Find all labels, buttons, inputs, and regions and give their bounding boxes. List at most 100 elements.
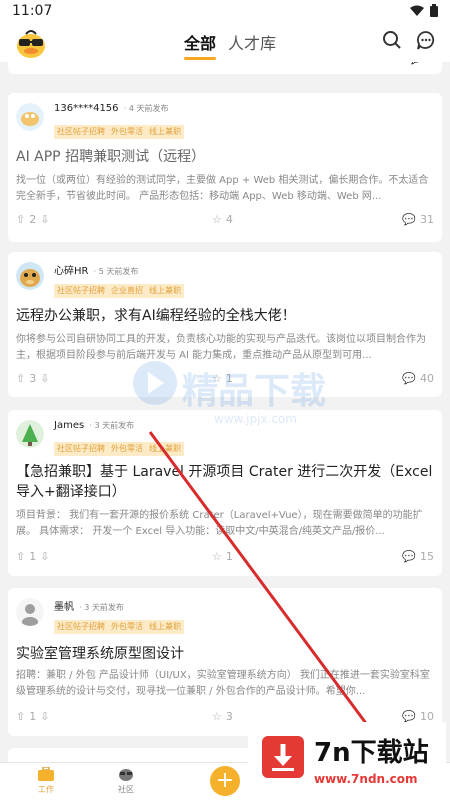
post-title[interactable]: AI APP 招聘兼职测试（远程） <box>16 147 434 167</box>
star-group[interactable]: ☆ 3 <box>212 710 233 723</box>
star-count: 4 <box>225 213 233 226</box>
community-duck-icon <box>119 769 133 781</box>
card-footer: ⇧ 2 ⇩ ☆ 4 💬 31 <box>16 213 434 231</box>
author-line: 心碎HR · 5 天前发布 <box>54 262 138 277</box>
avatar-image-icon <box>16 420 44 448</box>
vote-group: ⇧ 1 ⇩ <box>16 710 49 723</box>
thumb-up-icon[interactable]: ⇧ <box>16 62 25 65</box>
comment-icon: 💬 <box>402 213 416 226</box>
author-name[interactable]: 136****4156 <box>54 103 119 114</box>
avatar-image-icon <box>16 103 44 131</box>
thumb-up-icon[interactable]: ⇧ <box>16 550 25 563</box>
star-icon: ☆ <box>212 62 222 65</box>
post-card[interactable]: 136****4156 · 4 天前发布 社区帖子招聘 外包零活 线上兼职 AI A… <box>8 93 442 242</box>
post-time: · 4 天前发布 <box>123 104 169 113</box>
center-watermark: 精品下载 www.jpjx.com <box>130 358 330 438</box>
avatar[interactable] <box>16 598 44 626</box>
header-tabs: 全部 人才库 <box>184 30 276 60</box>
tag: 社区帖子招聘 <box>54 442 108 456</box>
thumb-down-icon[interactable]: ⇩ <box>40 213 49 226</box>
comment-group[interactable]: 💬 8 <box>409 62 434 65</box>
app-logo <box>14 26 48 60</box>
upvote-count: 2 <box>29 62 36 65</box>
app-header: 全部 人才库 <box>0 24 450 62</box>
tag: 外包零活 <box>108 125 146 139</box>
star-group[interactable]: ☆ 1 <box>212 550 233 563</box>
star-group[interactable]: ☆ 4 <box>212 213 233 226</box>
post-time: · 3 天前发布 <box>89 421 135 430</box>
thumb-up-icon[interactable]: ⇧ <box>16 710 25 723</box>
star-icon: ☆ <box>212 550 222 563</box>
tab-all[interactable]: 全部 <box>184 30 217 60</box>
star-count: 3 <box>225 710 233 723</box>
tag: 外包零活 <box>108 620 146 634</box>
avatar[interactable] <box>16 262 44 290</box>
tag: 线上兼职 <box>146 442 184 456</box>
tab-talent-pool[interactable]: 人才库 <box>228 30 276 60</box>
watermark-url: www.jpjx.com <box>214 412 297 426</box>
author-line: 136****4156 · 4 天前发布 <box>54 103 168 114</box>
duck-logo-icon <box>17 30 45 58</box>
nav-item-work[interactable]: 工作 <box>26 766 66 795</box>
comment-icon: 💬 <box>409 62 423 65</box>
post-time: · 5 天前发布 <box>93 267 139 276</box>
comment-count: 40 <box>420 372 434 385</box>
battery-icon <box>430 4 438 17</box>
card-footer: ⇧ 1 ⇩ ☆ 1 💬 15 <box>16 550 434 568</box>
thumb-down-icon[interactable]: ⇩ <box>40 550 49 563</box>
watermark-subtitle: www.7ndn.com <box>314 772 418 786</box>
message-icon[interactable] <box>416 30 436 50</box>
tag: 社区帖子招聘 <box>54 284 108 298</box>
watermark-text: 精品下载 <box>182 371 327 412</box>
download-logo-icon <box>262 736 304 778</box>
comment-group[interactable]: 💬 15 <box>402 550 434 563</box>
thumb-down-icon[interactable]: ⇩ <box>40 62 49 65</box>
watermark-logo-icon <box>133 361 177 405</box>
author-line: 墨帆 · 3 天前发布 <box>54 598 124 613</box>
post-card[interactable]: 墨帆 · 3 天前发布 社区帖子招聘 外包零活 线上兼职 实验室管理系统原型图设计 … <box>8 588 442 736</box>
vote-group: ⇧ 2 ⇩ <box>16 62 49 65</box>
nav-label-community: 社区 <box>118 785 134 794</box>
status-time: 11:07 <box>12 3 53 19</box>
comment-count: 15 <box>420 550 434 563</box>
tag-group: 社区帖子招聘 外包零活 线上兼职 <box>54 436 184 456</box>
corner-watermark: 7n下载站 www.7ndn.com <box>248 722 446 798</box>
thumb-up-icon[interactable]: ⇧ <box>16 372 25 385</box>
author-name[interactable]: 心碎HR <box>54 266 88 277</box>
comment-count: 31 <box>420 213 434 226</box>
star-count: 1 <box>225 550 233 563</box>
tag: 外包零活 <box>108 442 146 456</box>
upvote-count: 1 <box>29 710 37 723</box>
post-excerpt: 项目背景： 我们有一套开源的报价系统 Crater（Laravel+Vue），现… <box>16 510 423 537</box>
author-name[interactable]: James <box>54 420 84 431</box>
tag: 社区帖子招聘 <box>54 620 108 634</box>
post-title[interactable]: 实验室管理系统原型图设计 <box>16 644 434 664</box>
thumb-up-icon[interactable]: ⇧ <box>16 213 25 226</box>
wifi-icon <box>410 5 424 16</box>
post-title[interactable]: 远程办公兼职，求有AI编程经验的全栈大佬！ <box>16 306 434 326</box>
post-excerpt: 招聘：兼职 / 外包 产品设计师（UI/UX，实验室管理系统方向） 我们正在推进… <box>16 670 430 697</box>
star-icon: ☆ <box>212 213 222 226</box>
avatar[interactable] <box>16 103 44 131</box>
author-name[interactable]: 墨帆 <box>54 602 74 613</box>
comment-group[interactable]: 💬 40 <box>402 372 434 385</box>
star-count: 2 <box>226 62 233 65</box>
post-title[interactable]: 【急招兼职】基于 Laravel 开源项目 Crater 进行二次开发（Exce… <box>16 462 434 502</box>
nav-item-community[interactable]: 社区 <box>106 767 146 795</box>
comment-group[interactable]: 💬 31 <box>402 213 434 226</box>
watermark-title: 7n下载站 <box>314 738 429 768</box>
comment-icon: 💬 <box>402 550 416 563</box>
comment-count: 8 <box>427 62 434 65</box>
tag-group: 社区帖子招聘 企业直招 线上兼职 <box>54 278 184 298</box>
star-group[interactable]: ☆ 2 <box>212 62 233 65</box>
post-time: · 3 天前发布 <box>79 603 124 612</box>
search-icon[interactable] <box>382 30 402 50</box>
avatar[interactable] <box>16 420 44 448</box>
thumb-down-icon[interactable]: ⇩ <box>40 372 49 385</box>
thumb-down-icon[interactable]: ⇩ <box>40 710 49 723</box>
vote-group: ⇧ 1 ⇩ <box>16 550 49 563</box>
create-post-button[interactable]: + <box>210 766 240 796</box>
post-card-partial[interactable]: ⇧ 2 ⇩ ☆ 2 💬 8 <box>8 62 442 74</box>
upvote-count: 3 <box>29 372 37 385</box>
tag: 线上兼职 <box>146 620 184 634</box>
